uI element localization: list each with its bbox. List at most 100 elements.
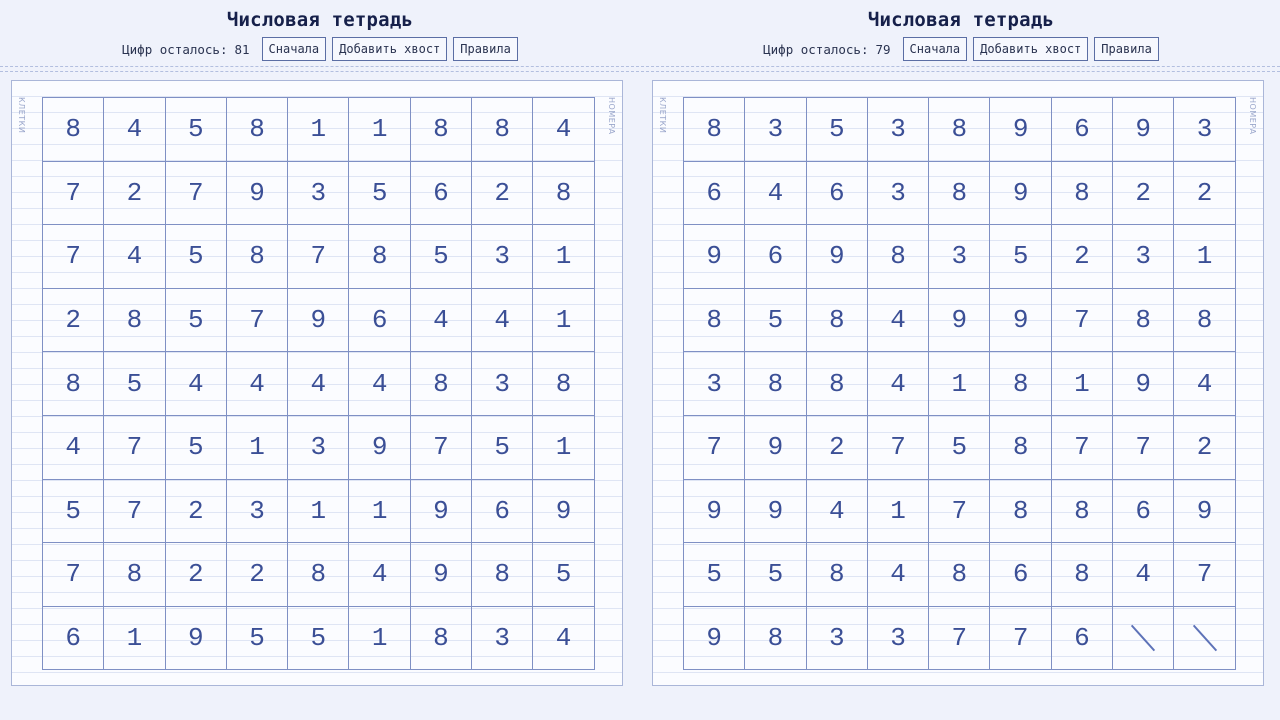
grid-cell[interactable]: 9 bbox=[990, 98, 1052, 162]
grid-cell[interactable]: 6 bbox=[410, 161, 473, 226]
grid-cell[interactable]: 9 bbox=[349, 415, 411, 480]
grid-cell[interactable]: 2 bbox=[1051, 225, 1114, 289]
grid-cell[interactable]: 9 bbox=[410, 479, 473, 544]
grid-cell[interactable]: 9 bbox=[745, 415, 807, 480]
grid-cell[interactable]: 7 bbox=[1051, 288, 1114, 353]
grid-cell[interactable]: 8 bbox=[806, 288, 868, 353]
grid-cell[interactable]: 3 bbox=[806, 606, 868, 671]
grid-cell[interactable]: 7 bbox=[1174, 543, 1236, 607]
grid-cell[interactable]: 9 bbox=[684, 479, 746, 544]
grid-cell[interactable]: 9 bbox=[1174, 479, 1236, 544]
grid-cell[interactable]: 4 bbox=[533, 606, 595, 671]
grid-cell[interactable]: 9 bbox=[684, 225, 746, 289]
grid-cell[interactable]: 1 bbox=[929, 352, 991, 416]
grid-cell[interactable]: 3 bbox=[226, 479, 289, 544]
grid-cell[interactable]: 2 bbox=[43, 288, 105, 353]
grid-cell[interactable]: 6 bbox=[684, 161, 746, 226]
grid-cell[interactable]: 8 bbox=[349, 225, 411, 289]
grid-cell[interactable]: 2 bbox=[165, 543, 227, 607]
grid-cell[interactable]: 7 bbox=[867, 415, 930, 480]
grid-cell[interactable]: 9 bbox=[990, 161, 1052, 226]
grid-cell[interactable]: 1 bbox=[226, 415, 289, 480]
grid-cell[interactable]: 8 bbox=[990, 479, 1052, 544]
grid-cell[interactable]: 2 bbox=[165, 479, 227, 544]
grid-cell[interactable]: 4 bbox=[806, 479, 868, 544]
grid-cell[interactable]: 5 bbox=[165, 415, 227, 480]
grid-cell[interactable] bbox=[1113, 606, 1175, 671]
grid-cell[interactable]: 7 bbox=[929, 606, 991, 671]
grid-cell[interactable]: 5 bbox=[745, 288, 807, 353]
grid-cell[interactable]: 1 bbox=[1051, 352, 1114, 416]
grid-cell[interactable]: 4 bbox=[472, 288, 534, 353]
grid-cell[interactable]: 5 bbox=[288, 606, 350, 671]
grid-cell[interactable]: 3 bbox=[288, 161, 350, 226]
grid-cell[interactable]: 8 bbox=[104, 543, 166, 607]
grid-cell[interactable]: 8 bbox=[806, 543, 868, 607]
grid-cell[interactable]: 7 bbox=[43, 543, 105, 607]
grid-cell[interactable]: 8 bbox=[1113, 288, 1175, 353]
grid-cell[interactable]: 8 bbox=[929, 161, 991, 226]
grid-cell[interactable]: 8 bbox=[288, 543, 350, 607]
grid-cell[interactable]: 4 bbox=[1113, 543, 1175, 607]
grid-cell[interactable]: 8 bbox=[990, 352, 1052, 416]
grid-cell[interactable]: 3 bbox=[745, 98, 807, 162]
grid-cell[interactable]: 5 bbox=[43, 479, 105, 544]
grid-cell[interactable]: 5 bbox=[684, 543, 746, 607]
grid-cell[interactable]: 3 bbox=[1174, 98, 1236, 162]
grid-cell[interactable]: 7 bbox=[990, 606, 1052, 671]
grid-cell[interactable]: 3 bbox=[867, 606, 930, 671]
grid-cell[interactable]: 4 bbox=[165, 352, 227, 416]
grid-cell[interactable]: 4 bbox=[410, 288, 473, 353]
grid-cell[interactable]: 7 bbox=[226, 288, 289, 353]
grid-cell[interactable]: 2 bbox=[806, 415, 868, 480]
grid-cell[interactable]: 7 bbox=[684, 415, 746, 480]
grid-cell[interactable]: 3 bbox=[929, 225, 991, 289]
grid-cell[interactable]: 4 bbox=[745, 161, 807, 226]
grid-cell[interactable] bbox=[1174, 606, 1236, 671]
grid-cell[interactable]: 3 bbox=[472, 352, 534, 416]
grid-cell[interactable]: 1 bbox=[867, 479, 930, 544]
grid-cell[interactable]: 4 bbox=[349, 543, 411, 607]
grid-cell[interactable]: 8 bbox=[1051, 479, 1114, 544]
grid-cell[interactable]: 9 bbox=[684, 606, 746, 671]
grid-cell[interactable]: 4 bbox=[104, 225, 166, 289]
grid-cell[interactable]: 8 bbox=[226, 98, 289, 162]
grid-cell[interactable]: 8 bbox=[867, 225, 930, 289]
grid-cell[interactable]: 8 bbox=[929, 98, 991, 162]
grid-cell[interactable]: 3 bbox=[472, 225, 534, 289]
grid-cell[interactable]: 7 bbox=[165, 161, 227, 226]
grid-cell[interactable]: 7 bbox=[929, 479, 991, 544]
grid-cell[interactable]: 8 bbox=[226, 225, 289, 289]
grid-cell[interactable]: 3 bbox=[1113, 225, 1175, 289]
grid-cell[interactable]: 9 bbox=[533, 479, 595, 544]
grid-cell[interactable]: 2 bbox=[104, 161, 166, 226]
grid-cell[interactable]: 3 bbox=[867, 98, 930, 162]
grid-cell[interactable]: 5 bbox=[929, 415, 991, 480]
grid-cell[interactable]: 5 bbox=[806, 98, 868, 162]
grid-cell[interactable]: 7 bbox=[43, 225, 105, 289]
grid-cell[interactable]: 6 bbox=[1051, 98, 1114, 162]
grid-cell[interactable]: 6 bbox=[806, 161, 868, 226]
grid-cell[interactable]: 9 bbox=[1113, 352, 1175, 416]
grid-cell[interactable]: 9 bbox=[165, 606, 227, 671]
grid-cell[interactable]: 1 bbox=[1174, 225, 1236, 289]
grid-cell[interactable]: 6 bbox=[349, 288, 411, 353]
grid-cell[interactable]: 7 bbox=[43, 161, 105, 226]
grid-cell[interactable]: 9 bbox=[288, 288, 350, 353]
grid-cell[interactable]: 8 bbox=[684, 288, 746, 353]
grid-cell[interactable]: 8 bbox=[1051, 543, 1114, 607]
grid-cell[interactable]: 8 bbox=[410, 606, 473, 671]
grid-cell[interactable]: 4 bbox=[43, 415, 105, 480]
grid-cell[interactable]: 4 bbox=[1174, 352, 1236, 416]
grid-cell[interactable]: 8 bbox=[104, 288, 166, 353]
grid-cell[interactable]: 2 bbox=[226, 543, 289, 607]
grid-cell[interactable]: 8 bbox=[1174, 288, 1236, 353]
grid-cell[interactable]: 4 bbox=[533, 98, 595, 162]
grid-cell[interactable]: 7 bbox=[1051, 415, 1114, 480]
grid-cell[interactable]: 5 bbox=[165, 98, 227, 162]
grid-cell[interactable]: 5 bbox=[349, 161, 411, 226]
grid-cell[interactable]: 4 bbox=[867, 543, 930, 607]
grid-cell[interactable]: 8 bbox=[410, 352, 473, 416]
grid-cell[interactable]: 3 bbox=[288, 415, 350, 480]
grid-cell[interactable]: 8 bbox=[533, 161, 595, 226]
